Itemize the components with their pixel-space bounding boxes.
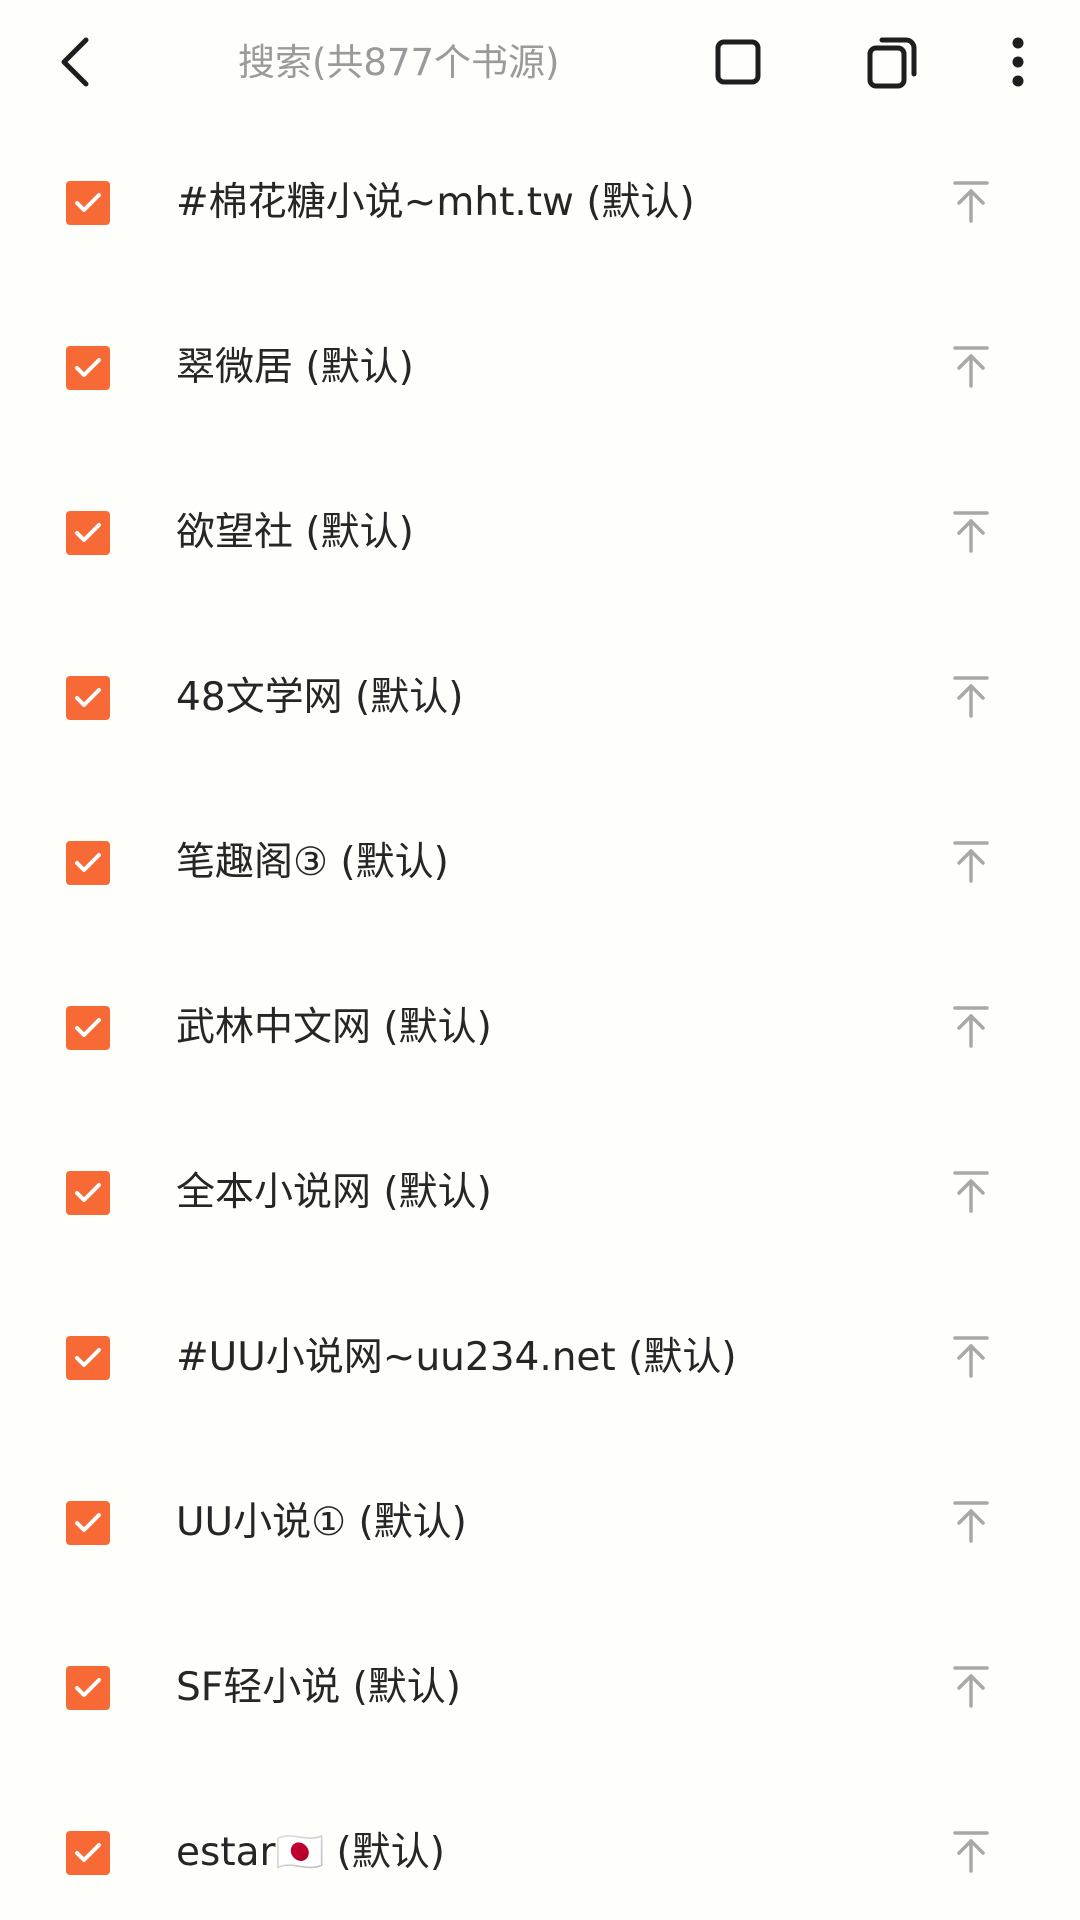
source-checkbox[interactable] [66, 346, 110, 390]
source-label: 笔趣阁③ (默认) [176, 840, 449, 885]
source-checkbox[interactable] [66, 1831, 110, 1875]
check-icon [75, 523, 101, 542]
source-row[interactable]: 48文学网 (默认) [0, 619, 1080, 784]
move-to-top-icon [953, 1171, 989, 1213]
source-checkbox[interactable] [66, 1171, 110, 1215]
source-checkbox[interactable] [66, 1006, 110, 1050]
revert-selection-button[interactable] [856, 26, 928, 98]
move-to-top-icon [953, 1831, 989, 1873]
source-row[interactable]: estar🇯🇵 (默认) [0, 1774, 1080, 1920]
source-label: #UU小说网~uu234.net (默认) [176, 1335, 737, 1380]
source-label: UU小说① (默认) [176, 1500, 467, 1545]
source-row[interactable]: 全本小说网 (默认) [0, 1114, 1080, 1279]
source-checkbox[interactable] [66, 1501, 110, 1545]
source-checkbox[interactable] [66, 181, 110, 225]
app-root: #棉花糖小说~mht.tw (默认) 翠微居 (默认) 欲望社 (默认) 48文学网 … [0, 0, 1080, 1920]
check-icon [75, 1348, 101, 1367]
move-to-top-button[interactable] [940, 995, 1002, 1057]
copy-stack-icon [867, 37, 917, 89]
move-to-top-icon [953, 1501, 989, 1543]
check-icon [75, 358, 101, 377]
move-to-top-button[interactable] [940, 830, 1002, 892]
move-to-top-icon [953, 346, 989, 388]
move-to-top-icon [953, 181, 989, 223]
more-vertical-icon [1012, 37, 1024, 87]
move-to-top-icon [953, 1666, 989, 1708]
source-checkbox[interactable] [66, 676, 110, 720]
source-label: 武林中文网 (默认) [176, 1005, 492, 1050]
source-label: SF轻小说 (默认) [176, 1665, 462, 1710]
source-checkbox[interactable] [66, 1336, 110, 1380]
source-label: #棉花糖小说~mht.tw (默认) [176, 180, 695, 225]
move-to-top-icon [953, 1336, 989, 1378]
source-label: 48文学网 (默认) [176, 675, 464, 720]
check-icon [75, 853, 101, 872]
source-label: 全本小说网 (默认) [176, 1170, 492, 1215]
check-icon [75, 1843, 101, 1862]
check-icon [75, 1018, 101, 1037]
move-to-top-button[interactable] [940, 1820, 1002, 1882]
check-icon [75, 1678, 101, 1697]
move-to-top-button[interactable] [940, 335, 1002, 397]
source-label: estar🇯🇵 (默认) [176, 1830, 445, 1875]
move-to-top-button[interactable] [940, 1160, 1002, 1222]
source-label: 欲望社 (默认) [176, 510, 414, 555]
check-icon [75, 1183, 101, 1202]
source-row[interactable]: #UU小说网~uu234.net (默认) [0, 1279, 1080, 1444]
move-to-top-icon [953, 1006, 989, 1048]
move-to-top-button[interactable] [940, 1325, 1002, 1387]
top-bar [0, 0, 1080, 124]
check-icon [75, 688, 101, 707]
select-all-button[interactable] [702, 26, 774, 98]
book-source-list: #棉花糖小说~mht.tw (默认) 翠微居 (默认) 欲望社 (默认) 48文学网 … [0, 124, 1080, 1920]
source-checkbox[interactable] [66, 841, 110, 885]
back-button[interactable] [40, 26, 112, 98]
move-to-top-button[interactable] [940, 170, 1002, 232]
square-outline-icon [715, 39, 761, 85]
source-row[interactable]: SF轻小说 (默认) [0, 1609, 1080, 1774]
source-row[interactable]: 翠微居 (默认) [0, 289, 1080, 454]
move-to-top-button[interactable] [940, 665, 1002, 727]
source-row[interactable]: #棉花糖小说~mht.tw (默认) [0, 124, 1080, 289]
move-to-top-icon [953, 841, 989, 883]
check-icon [75, 1513, 101, 1532]
move-to-top-icon [953, 511, 989, 553]
source-checkbox[interactable] [66, 511, 110, 555]
move-to-top-button[interactable] [940, 500, 1002, 562]
source-row[interactable]: 武林中文网 (默认) [0, 949, 1080, 1114]
check-icon [75, 193, 101, 212]
more-options-button[interactable] [982, 26, 1054, 98]
move-to-top-icon [953, 676, 989, 718]
back-arrow-icon [61, 37, 89, 87]
source-label: 翠微居 (默认) [176, 345, 414, 390]
move-to-top-button[interactable] [940, 1490, 1002, 1552]
source-row[interactable]: UU小说① (默认) [0, 1444, 1080, 1609]
source-checkbox[interactable] [66, 1666, 110, 1710]
move-to-top-button[interactable] [940, 1655, 1002, 1717]
search-input[interactable] [230, 30, 666, 94]
source-row[interactable]: 笔趣阁③ (默认) [0, 784, 1080, 949]
source-row[interactable]: 欲望社 (默认) [0, 454, 1080, 619]
